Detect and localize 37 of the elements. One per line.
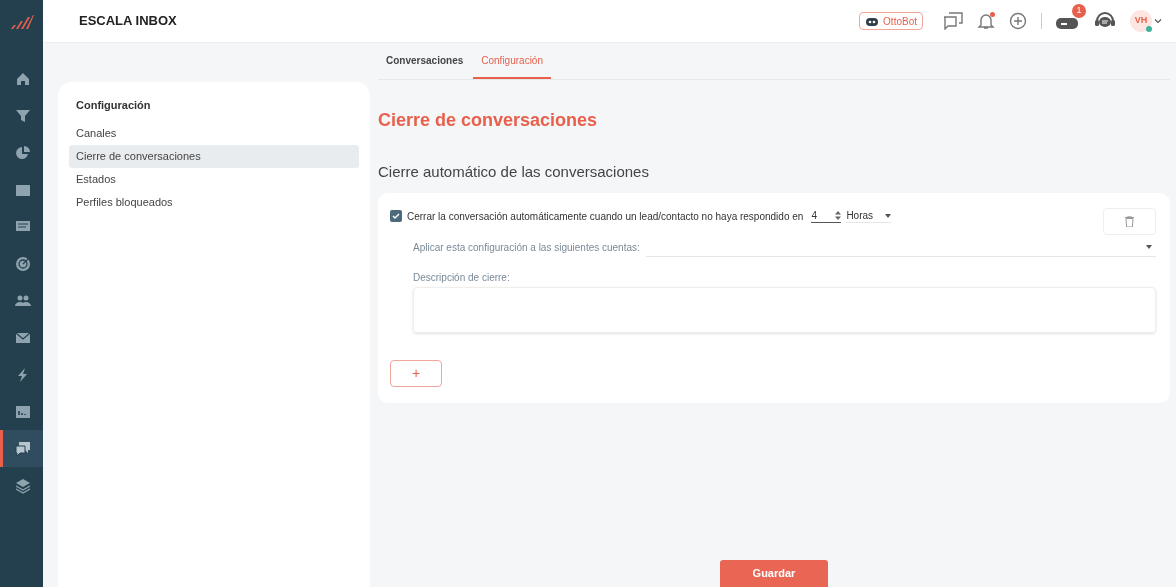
page-title: Cierre de conversaciones	[378, 109, 599, 132]
filter-icon	[15, 107, 31, 124]
spinner-icon[interactable]	[835, 211, 842, 220]
gamepad-icon[interactable]	[1056, 16, 1078, 30]
menu-item[interactable]: Estados	[69, 167, 359, 191]
chat-icon	[15, 440, 31, 457]
menu-item[interactable]: Canales	[69, 121, 359, 145]
bell-icon[interactable]	[977, 12, 995, 30]
pie-icon	[15, 144, 31, 161]
support-icon[interactable]	[1094, 12, 1116, 30]
unit-select[interactable]: Horas	[846, 209, 892, 223]
home-icon	[15, 70, 31, 87]
section-title: Cierre automático de las conversaciones	[378, 162, 650, 182]
menu-item[interactable]: Cierre de conversaciones	[69, 144, 359, 168]
bot-button[interactable]: OttoBot	[859, 12, 923, 30]
chart-icon	[15, 403, 31, 420]
checkbox[interactable]	[390, 210, 402, 222]
nav-button[interactable]	[0, 430, 43, 467]
radar-icon	[15, 255, 31, 272]
dropdown-icon	[1146, 245, 1152, 249]
layers-icon	[15, 477, 31, 494]
accounts-label: Aplicar esta configuración a las siguientes cuentas:	[413, 240, 640, 255]
menu-item[interactable]: Perfiles bloqueados	[69, 190, 359, 214]
notification-badge: 1	[1072, 4, 1086, 18]
add-icon[interactable]	[1009, 12, 1027, 30]
rule-label: Cerrar la conversación automáticamente cuando un lead/contacto no haya respondido en	[407, 209, 804, 224]
trash-icon	[1125, 215, 1134, 227]
description-label: Descripción de cierre:	[413, 270, 511, 285]
logo-icon	[9, 13, 34, 30]
dropdown-icon	[885, 213, 892, 218]
menu-title: Configuración	[75, 98, 152, 113]
caret-icon[interactable]	[1154, 18, 1162, 24]
number-field[interactable]: 4	[811, 209, 842, 223]
robot-icon	[865, 16, 880, 26]
tab[interactable]: Conversaciones	[378, 43, 472, 79]
chat-icon[interactable]	[943, 12, 963, 30]
app-title: ESCALA INBOX	[79, 12, 177, 31]
